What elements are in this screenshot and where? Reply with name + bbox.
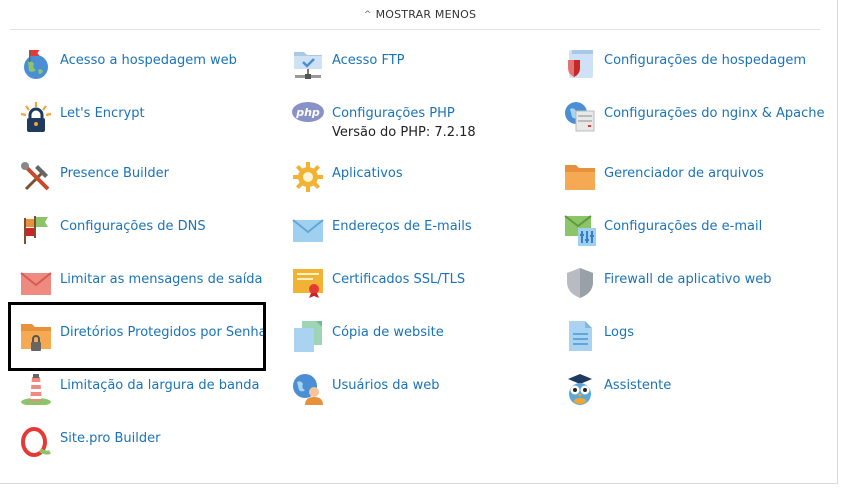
tool-label: Configurações do nginx & Apache (604, 106, 825, 121)
tool-label: Certificados SSL/TLS (332, 272, 466, 287)
folder-icon (565, 165, 595, 190)
tool-presence-builder[interactable]: Presence Builder (20, 161, 260, 201)
hosting-settings-icon (568, 50, 593, 78)
tool-label: Assistente (604, 378, 672, 393)
tool-certificados-ssl[interactable]: Certificados SSL/TLS (292, 267, 532, 307)
tool-enderecos-email[interactable]: Endereços de E-mails (292, 214, 532, 254)
tool-label: Cópia de website (332, 325, 444, 340)
log-file-icon (569, 321, 592, 351)
sitepro-icon (21, 427, 51, 457)
tool-sitepro[interactable]: Site.pro Builder (20, 426, 260, 466)
red-envelope-icon (20, 272, 52, 295)
tool-config-email[interactable]: Configurações de e-mail (564, 214, 824, 254)
mail-settings-icon (564, 215, 596, 246)
tools-icon (21, 162, 50, 191)
tool-limitacao-banda[interactable]: Limitação da largura de banda (20, 373, 260, 413)
tool-label: Usuários da web (332, 378, 440, 393)
shield-icon (567, 268, 593, 298)
tool-firewall[interactable]: Firewall de aplicativo web (564, 267, 824, 307)
gear-icon (293, 162, 323, 192)
lighthouse-icon (21, 374, 51, 405)
tool-label: Endereços de E-mails (332, 219, 472, 234)
tool-gerenciador-arquivos[interactable]: Gerenciador de arquivos (564, 161, 824, 201)
tool-lets-encrypt[interactable]: Let's Encrypt (20, 101, 260, 141)
tool-acesso-ftp[interactable]: Acesso FTP (292, 48, 532, 88)
tool-config-nginx[interactable]: Configurações do nginx & Apache (564, 101, 825, 141)
tool-label: Presence Builder (60, 166, 169, 181)
web-user-icon (293, 374, 323, 405)
tool-label: Configurações de e-mail (604, 219, 763, 234)
tool-acesso-hospedagem[interactable]: Acesso a hospedagem web (20, 48, 260, 88)
chevron-up-icon: ^ (363, 10, 372, 20)
nginx-apache-icon (565, 102, 595, 132)
tool-usuarios-web[interactable]: Usuários da web (292, 373, 532, 413)
show-less-toggle[interactable]: ^ MOSTRAR MENOS (0, 8, 840, 21)
tool-label: Logs (604, 325, 634, 340)
tool-label: Acesso a hospedagem web (60, 53, 237, 68)
highlight-box (8, 302, 266, 371)
tool-config-dns[interactable]: Configurações de DNS (20, 214, 260, 254)
lets-encrypt-icon (20, 102, 52, 132)
tool-limitar-mensagens[interactable]: Limitar as mensagens de saída (20, 267, 263, 307)
tool-label: Acesso FTP (332, 53, 405, 68)
tool-label: Aplicativos (332, 166, 403, 181)
tool-label: Limitação da largura de banda (60, 378, 260, 393)
dns-flags-icon (24, 216, 48, 244)
certificate-icon (293, 269, 323, 298)
tool-config-hospedagem[interactable]: Configurações de hospedagem (564, 48, 824, 88)
envelope-icon (292, 219, 324, 242)
php-version-text: Versão do PHP: 7.2.18 (332, 125, 476, 140)
tool-label: Let's Encrypt (60, 106, 145, 121)
tool-copia-website[interactable]: Cópia de website (292, 320, 532, 360)
tool-label: Configurações de hospedagem (604, 53, 806, 68)
svg-text:php: php (295, 106, 320, 119)
globe-flag-icon (24, 50, 48, 79)
php-icon: php (292, 102, 324, 122)
owl-icon (568, 374, 592, 405)
tool-label: Configurações PHP (332, 106, 455, 121)
copy-icon (294, 321, 322, 352)
show-less-label: MOSTRAR MENOS (375, 8, 477, 21)
separator (10, 29, 820, 30)
tool-label: Gerenciador de arquivos (604, 166, 764, 181)
tool-aplicativos[interactable]: Aplicativos (292, 161, 532, 201)
tools-panel: ^ MOSTRAR MENOS Acesso a hospedagem web A… (0, 0, 838, 484)
tool-label: Firewall de aplicativo web (604, 272, 772, 287)
tool-label: Limitar as mensagens de saída (60, 272, 263, 287)
tool-assistente[interactable]: Assistente (564, 373, 824, 413)
ftp-folder-icon (294, 52, 322, 79)
tool-label: Site.pro Builder (60, 431, 161, 446)
tool-label: Configurações de DNS (60, 219, 206, 234)
tool-config-php[interactable]: php Configurações PHP Versão do PHP: 7.2… (292, 101, 532, 141)
tool-logs[interactable]: Logs (564, 320, 824, 360)
